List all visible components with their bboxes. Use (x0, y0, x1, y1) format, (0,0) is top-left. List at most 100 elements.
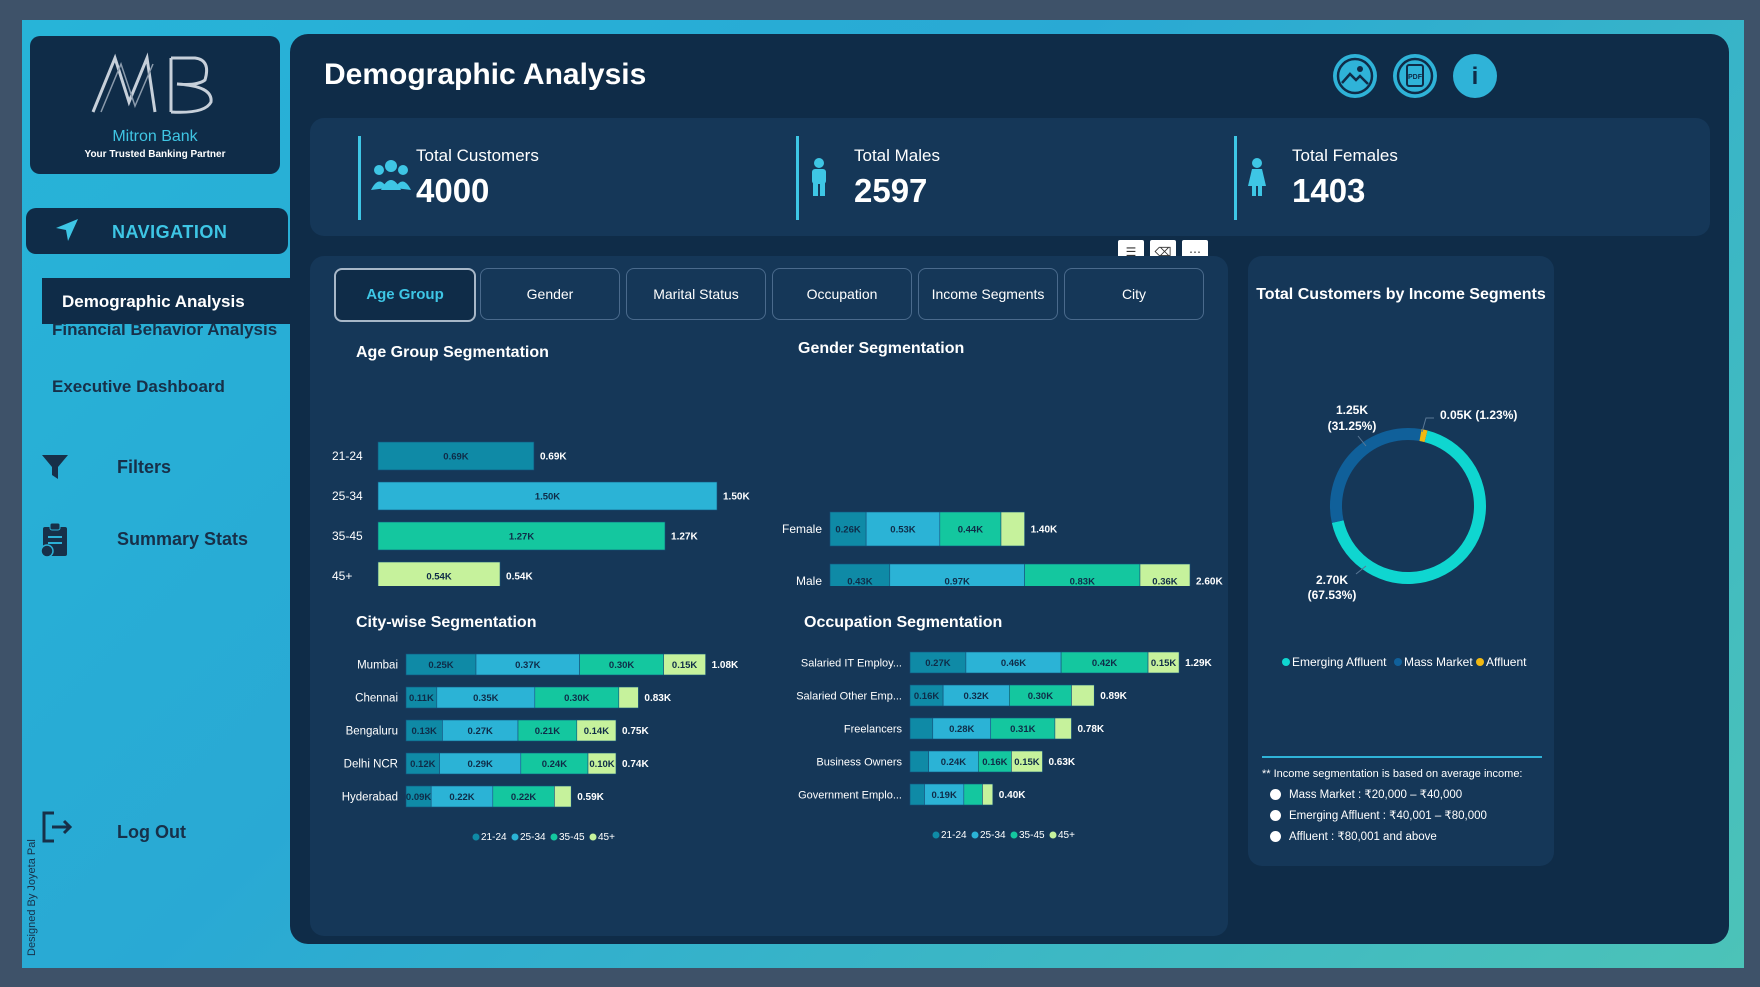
info-icon: i (1457, 58, 1493, 94)
kpi-value: 2597 (854, 172, 928, 209)
city-chart: Mumbai 0.25K 0.37K 0.30K 0.15K 1.08K Chennai 0.… (342, 653, 739, 843)
bar-segment[interactable] (909, 750, 929, 773)
category-label: Government Emplo... (798, 790, 902, 802)
data-label: 0.25K (428, 660, 453, 671)
data-label: 0.54K (426, 572, 451, 583)
tab-marital-status[interactable]: Marital Status (626, 268, 766, 320)
filters-button[interactable]: Filters (117, 457, 171, 478)
slice-label: 0.05K (1.23%) (1440, 408, 1517, 422)
data-label: 0.13K (412, 726, 437, 737)
legend-label: Mass Market (1404, 655, 1473, 669)
category-label: 25-34 (332, 489, 363, 503)
page-title: Demographic Analysis (324, 58, 647, 91)
total-label: 0.40K (999, 790, 1026, 801)
filter-icon[interactable] (40, 452, 70, 482)
category-label: Freelancers (844, 724, 903, 736)
kpi-value: 1403 (1292, 172, 1366, 209)
kpi-total-males: Total Males 2597 (796, 136, 1179, 220)
tab-occupation[interactable]: Occupation (772, 268, 912, 320)
category-label: 45+ (332, 569, 352, 583)
bar-segment[interactable] (554, 785, 572, 808)
data-label: 0.22K (511, 792, 536, 803)
clipboard-icon[interactable] (40, 522, 70, 558)
svg-text:PDF: PDF (1408, 74, 1423, 81)
bar-segment[interactable] (1071, 684, 1095, 707)
nav-item-financial-behavior-analysis[interactable]: Financial Behavior Analysis (52, 320, 277, 340)
income-segment-panel: Total Customers by Income Segments 2.70K… (1248, 256, 1554, 866)
male-icon (812, 158, 826, 196)
legend-marker (1394, 658, 1402, 666)
legend-label: Emerging Affluent (1292, 655, 1387, 669)
data-label: 0.24K (542, 759, 567, 770)
category-label: Chennai (355, 693, 398, 705)
occupation-chart-title: Occupation Segmentation (804, 614, 1003, 631)
bullet-icon (1270, 809, 1281, 821)
total-label: 1.40K (1031, 525, 1058, 536)
nav-item-executive-dashboard[interactable]: Executive Dashboard (52, 377, 225, 397)
bank-logo-icon (91, 52, 213, 114)
income-note: ** Income segmentation is based on avera… (1262, 756, 1542, 843)
chart-legend: 21-24 25-34 35-45 45+ (472, 832, 615, 843)
data-label: 0.83K (1070, 577, 1095, 587)
info-button[interactable]: i (1453, 54, 1497, 98)
tab-city[interactable]: City (1064, 268, 1204, 320)
bar-segment[interactable] (1000, 511, 1025, 547)
tab-gender[interactable]: Gender (480, 268, 620, 320)
data-label: 0.30K (564, 693, 589, 704)
bar-segment[interactable] (618, 686, 639, 709)
slice-label: 1.25K (1336, 403, 1368, 417)
logout-button[interactable]: Log Out (117, 822, 186, 843)
category-label: Bengaluru (346, 726, 398, 738)
total-label: 0.69K (540, 452, 567, 463)
bar-segment[interactable] (909, 717, 934, 740)
total-label: 0.89K (1100, 691, 1127, 702)
category-label: Business Owners (816, 757, 902, 769)
legend-marker (932, 831, 940, 839)
data-label: 0.15K (672, 660, 697, 671)
bullet-icon (1270, 788, 1281, 800)
export-pdf-button[interactable]: PDF (1393, 54, 1437, 98)
category-label: Delhi NCR (344, 759, 398, 771)
bar-segment[interactable] (982, 783, 994, 806)
total-label: 0.63K (1048, 757, 1075, 768)
data-label: 0.24K (941, 757, 966, 768)
bank-tagline: Your Trusted Banking Partner (84, 149, 226, 160)
data-label: 1.50K (535, 492, 560, 503)
donut-slice[interactable] (1330, 428, 1422, 523)
legend-marker (1282, 658, 1290, 666)
total-label: 0.74K (622, 759, 649, 770)
gender-chart: Female 0.26K 0.53K 0.44K 1.40K Male 0.43K 0.97K… (782, 511, 1223, 587)
image-icon (1336, 57, 1374, 95)
legend-marker (511, 833, 519, 841)
data-label: 0.36K (1152, 577, 1177, 587)
tab-income-segments[interactable]: Income Segments (918, 268, 1058, 320)
navigation-arrow-icon (56, 219, 78, 241)
bar-segment[interactable] (1054, 717, 1072, 740)
total-label: 0.78K (1077, 724, 1104, 735)
donut-legend: Emerging Affluent Mass Market Affluent (1282, 655, 1527, 669)
data-label: 0.46K (1001, 658, 1026, 669)
summary-stats-button[interactable]: Summary Stats (117, 529, 248, 550)
legend-label: 45+ (1058, 830, 1075, 841)
legend-label: 25-34 (980, 830, 1006, 841)
data-label: 0.69K (443, 452, 468, 463)
tab-age-group[interactable]: Age Group (334, 268, 476, 322)
bar-segment[interactable] (963, 783, 983, 806)
age-group-chart: 21-24 0.69K 0.69K 25-34 1.50K 1.50K 35-45 1.27K… (332, 441, 750, 586)
legend-marker (1049, 831, 1057, 839)
data-label: 0.32K (964, 691, 989, 702)
kpi-total-females: Total Females 1403 (1234, 136, 1617, 220)
bar-segment[interactable] (909, 783, 925, 806)
export-image-button[interactable] (1333, 54, 1377, 98)
nav-item-demographic-analysis[interactable]: Demographic Analysis (42, 278, 294, 324)
data-label: 0.28K (949, 724, 974, 735)
data-label: 0.11K (409, 693, 434, 704)
income-note-line: Emerging Affluent : ₹40,001 – ₹80,000 (1270, 808, 1542, 822)
donut-slice[interactable] (1419, 429, 1428, 443)
data-label: 1.27K (509, 532, 534, 543)
kpi-value: 4000 (416, 172, 490, 209)
total-label: 1.29K (1185, 658, 1212, 669)
data-label: 0.30K (609, 660, 634, 671)
logout-icon[interactable] (40, 810, 74, 844)
legend-marker (1476, 658, 1484, 666)
